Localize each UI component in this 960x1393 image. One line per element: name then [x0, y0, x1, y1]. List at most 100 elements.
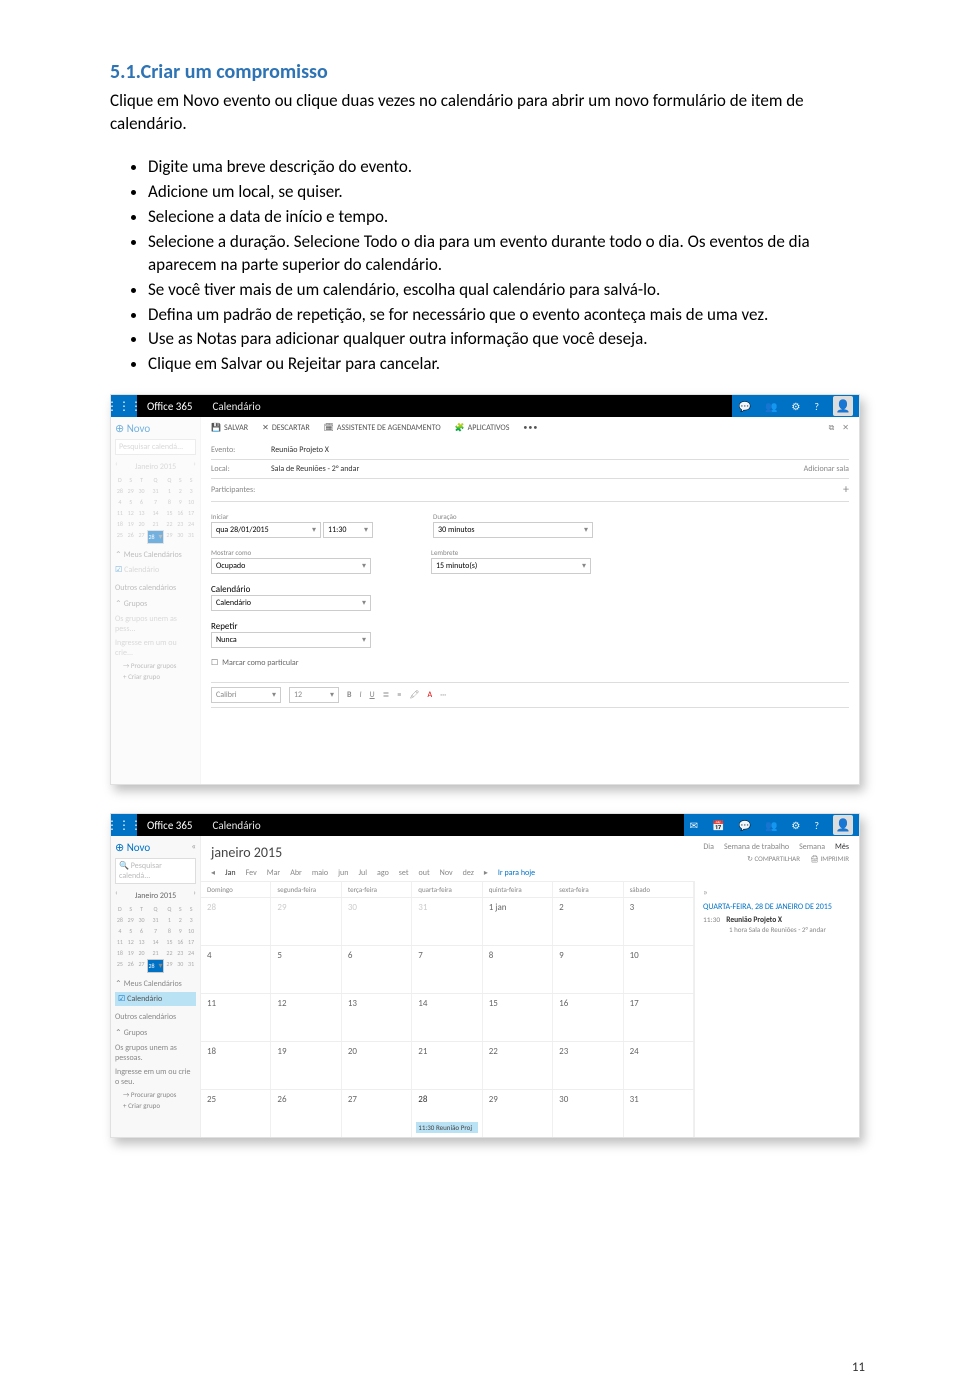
add-participant-icon[interactable]: +: [843, 483, 849, 497]
calendar-cell[interactable]: 15: [483, 994, 553, 1041]
calendar-cell[interactable]: 9: [553, 946, 623, 993]
search-input[interactable]: Pesquisar calendá...: [115, 439, 196, 455]
reminder-select[interactable]: 15 minuto(s): [431, 558, 591, 574]
help-icon[interactable]: ?: [814, 819, 819, 832]
calendar-cell[interactable]: 17: [624, 994, 694, 1041]
day-panel-event[interactable]: 11:30 Reunião Projeto X: [703, 916, 851, 925]
prev-year-icon[interactable]: ◂: [211, 868, 215, 878]
calendar-cell[interactable]: 20: [342, 1042, 412, 1089]
month-tab[interactable]: jun: [338, 868, 348, 878]
calendar-cell[interactable]: 10: [624, 946, 694, 993]
more-button[interactable]: •••: [523, 423, 538, 433]
people-icon[interactable]: 👥: [765, 400, 777, 413]
people-icon[interactable]: 👥: [765, 819, 777, 832]
popout-icon[interactable]: ⧉: [829, 423, 835, 433]
create-group-link[interactable]: + Criar grupo: [115, 671, 196, 682]
settings-icon[interactable]: ⚙: [791, 400, 800, 413]
duration-select[interactable]: 30 minutos: [433, 522, 593, 538]
calendar-cell[interactable]: 6: [342, 946, 412, 993]
calendar-cell[interactable]: 31: [412, 898, 482, 945]
share-button[interactable]: ↻ COMPARTILHAR: [747, 854, 800, 863]
location-input[interactable]: Sala de Reuniões - 2° andar: [271, 464, 796, 474]
calendar-cell[interactable]: 19: [271, 1042, 341, 1089]
other-calendars-header[interactable]: Outros calendários: [115, 583, 196, 593]
avatar[interactable]: 👤: [833, 396, 853, 416]
start-date-select[interactable]: qua 28/01/2015: [211, 522, 321, 538]
italic-button[interactable]: I: [359, 690, 361, 700]
month-tab[interactable]: dez: [463, 868, 474, 878]
month-tab[interactable]: Mar: [267, 868, 280, 878]
next-year-icon[interactable]: ▸: [484, 868, 488, 878]
app-launcher-icon[interactable]: ⋮⋮⋮: [111, 395, 137, 417]
calendar-cell[interactable]: 24: [624, 1042, 694, 1089]
underline-button[interactable]: U: [370, 690, 375, 700]
create-group-link[interactable]: + Criar grupo: [115, 1100, 196, 1111]
next-month-icon[interactable]: ›: [193, 888, 196, 904]
calendar-cell-today[interactable]: 28 11:30 Reunião Proj: [412, 1090, 482, 1137]
calendar-cell[interactable]: 25: [201, 1090, 271, 1137]
calendar-cell[interactable]: 16: [553, 994, 623, 1041]
calendar-cell[interactable]: 28: [201, 898, 271, 945]
app-launcher-icon[interactable]: ⋮⋮⋮: [111, 814, 137, 836]
month-tab[interactable]: maio: [312, 868, 328, 878]
avatar[interactable]: 👤: [833, 815, 853, 835]
calendar-cell[interactable]: 13: [342, 994, 412, 1041]
month-tab[interactable]: set: [399, 868, 409, 878]
calendar-cell[interactable]: 7: [412, 946, 482, 993]
calendar-cell[interactable]: 1 jan: [483, 898, 553, 945]
font-color-button[interactable]: A: [427, 690, 432, 700]
month-tab[interactable]: Jan: [225, 868, 236, 878]
calendar-item[interactable]: Calendário: [115, 563, 196, 577]
calendar-cell[interactable]: 26: [271, 1090, 341, 1137]
calendar-cell[interactable]: 8: [483, 946, 553, 993]
calendar-cell[interactable]: 21: [412, 1042, 482, 1089]
mini-calendar[interactable]: DSTQQSS 28293031123 45678910 11121314151…: [115, 904, 196, 973]
showas-select[interactable]: Ocupado: [211, 558, 371, 574]
calendar-cell[interactable]: 11: [201, 994, 271, 1041]
month-tab[interactable]: Jul: [358, 868, 367, 878]
font-size-select[interactable]: 12: [289, 687, 339, 703]
chat-icon[interactable]: 💬: [738, 819, 750, 832]
event-chip[interactable]: 11:30 Reunião Proj: [416, 1122, 477, 1133]
numbering-button[interactable]: ≡: [397, 690, 401, 700]
month-tab[interactable]: Fev: [246, 868, 257, 878]
print-button[interactable]: 🖨 IMPRIMIR: [810, 854, 849, 863]
chat-icon[interactable]: 💬: [738, 400, 750, 413]
help-icon[interactable]: ?: [814, 400, 819, 413]
mail-icon[interactable]: ✉: [690, 819, 698, 832]
discard-button[interactable]: ✕DESCARTAR: [262, 423, 310, 433]
scheduling-assistant-button[interactable]: 🗓ASSISTENTE DE AGENDAMENTO: [324, 423, 441, 433]
calendar-cell[interactable]: 4: [201, 946, 271, 993]
bullets-button[interactable]: ≣: [383, 690, 390, 700]
month-tab[interactable]: Nov: [440, 868, 453, 878]
calendar-cell[interactable]: 14: [412, 994, 482, 1041]
calendar-cell[interactable]: 29: [271, 898, 341, 945]
more-format-icon[interactable]: ···: [440, 690, 446, 700]
groups-header[interactable]: Grupos: [115, 1028, 196, 1038]
calendar-cell[interactable]: 29: [483, 1090, 553, 1137]
add-room-button[interactable]: Adicionar sala: [804, 464, 849, 474]
view-week[interactable]: Semana: [799, 842, 825, 852]
calendar-item[interactable]: Calendário: [115, 992, 196, 1006]
calendar-cell[interactable]: 31: [624, 1090, 694, 1137]
calendar-select[interactable]: Calendário: [211, 595, 371, 611]
calendar-cell[interactable]: 18: [201, 1042, 271, 1089]
save-button[interactable]: 💾SALVAR: [211, 423, 248, 433]
calendar-icon[interactable]: 📅: [712, 819, 724, 832]
collapse-sidebar-icon[interactable]: «: [191, 841, 196, 852]
calendar-cell[interactable]: 30: [342, 898, 412, 945]
groups-header[interactable]: Grupos: [115, 599, 196, 609]
calendar-cell[interactable]: 22: [483, 1042, 553, 1089]
calendar-cell[interactable]: 30: [553, 1090, 623, 1137]
other-calendars-header[interactable]: Outros calendários: [115, 1012, 196, 1022]
month-tab[interactable]: Abr: [290, 868, 302, 878]
bold-button[interactable]: B: [347, 690, 351, 700]
highlight-button[interactable]: 🖍: [409, 690, 419, 700]
calendar-cell[interactable]: 5: [271, 946, 341, 993]
month-tab[interactable]: ago: [377, 868, 389, 878]
event-title-input[interactable]: Reunião Projeto X: [271, 445, 849, 455]
view-month[interactable]: Mês: [835, 842, 849, 852]
new-event-button[interactable]: ⊕ Novo«: [115, 841, 196, 854]
apps-button[interactable]: 🧩APLICATIVOS: [455, 423, 510, 433]
view-day[interactable]: Dia: [703, 842, 714, 852]
